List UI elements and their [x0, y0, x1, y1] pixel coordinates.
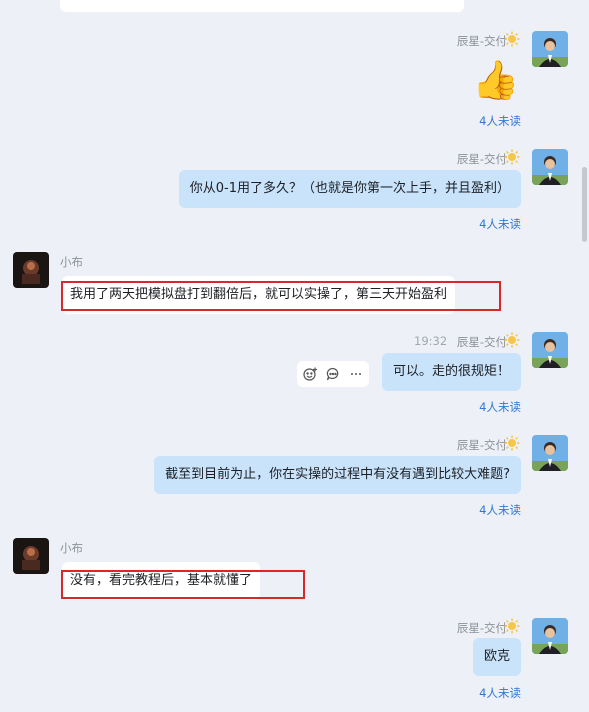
message-bubble[interactable]: 欧克 — [472, 638, 521, 676]
sun-badge-icon — [504, 618, 520, 634]
more-icon[interactable] — [345, 363, 367, 385]
sender-name: 辰星-交付 — [456, 152, 507, 166]
sun-badge-icon — [504, 332, 520, 348]
sender-name: 辰星-交付 — [456, 335, 507, 349]
sender-name: 小布 — [60, 541, 83, 555]
sender-name: 辰星-交付 — [456, 438, 507, 452]
sun-badge-icon — [504, 435, 520, 451]
scrollbar-thumb[interactable] — [582, 167, 587, 242]
thumbs-up-emoji: 👍 — [472, 58, 520, 102]
unread-count[interactable]: 4人未读 — [479, 399, 521, 415]
avatar[interactable] — [532, 332, 568, 368]
message-bubble[interactable]: 可以。走的很规矩！ — [381, 353, 521, 391]
avatar[interactable] — [13, 252, 49, 288]
unread-count[interactable]: 4人未读 — [479, 685, 521, 701]
avatar[interactable] — [532, 618, 568, 654]
message-bubble[interactable]: 你从0-1用了多久？（也就是你第一次上手，并且盈利） — [178, 170, 521, 208]
sun-badge-icon — [504, 31, 520, 47]
highlight-box — [61, 570, 305, 599]
sender-name: 小布 — [60, 255, 83, 269]
unread-count[interactable]: 4人未读 — [479, 216, 521, 232]
message-bubble[interactable]: 截至到目前为止，你在实操的过程中有没有遇到比较大难题? — [154, 456, 521, 494]
comment-icon[interactable] — [322, 363, 344, 385]
avatar[interactable] — [532, 435, 568, 471]
previous-message-bubble — [60, 0, 464, 12]
avatar[interactable] — [532, 31, 568, 67]
message-toolbar — [297, 361, 369, 387]
emoji-reaction-icon[interactable] — [299, 363, 321, 385]
highlight-box — [61, 281, 501, 311]
unread-count[interactable]: 4人未读 — [479, 113, 521, 129]
unread-count[interactable]: 4人未读 — [479, 502, 521, 518]
avatar[interactable] — [13, 538, 49, 574]
avatar[interactable] — [532, 149, 568, 185]
message-time: 19:32 — [414, 334, 448, 348]
sender-name: 辰星-交付 — [456, 621, 507, 635]
sender-name: 辰星-交付 — [456, 34, 507, 48]
sun-badge-icon — [504, 149, 520, 165]
